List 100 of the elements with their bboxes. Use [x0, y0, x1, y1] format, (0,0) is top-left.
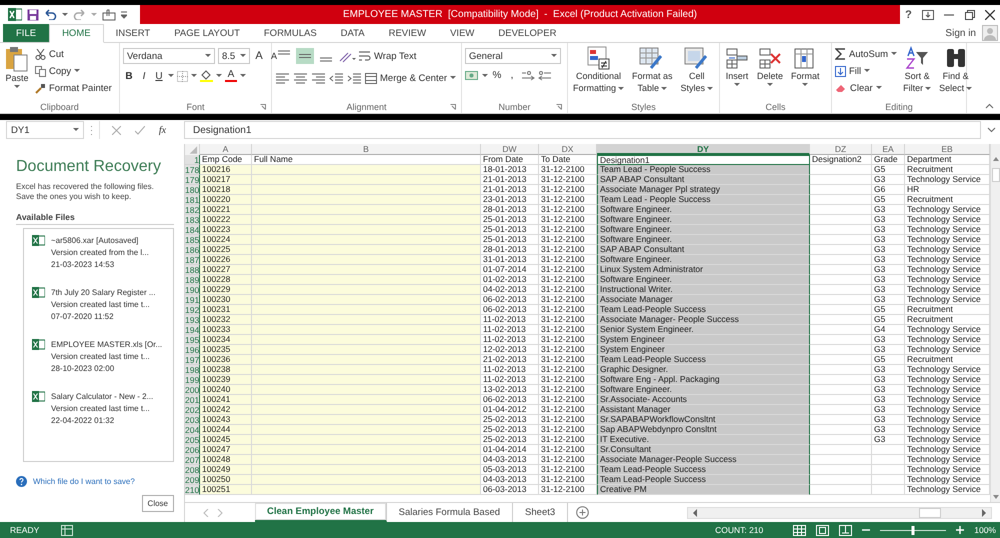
add-sheet-icon[interactable] — [576, 506, 590, 520]
column-header[interactable]: B — [252, 144, 481, 155]
autosum-button[interactable]: AutoSum — [835, 46, 898, 62]
column-header[interactable]: DX — [539, 144, 597, 155]
sort-filter-button[interactable]: Sort & Filter — [901, 46, 934, 94]
row-header[interactable]: 185 — [185, 235, 200, 245]
ribbon-tab[interactable]: INSERT — [104, 24, 162, 42]
save-icon[interactable] — [27, 8, 39, 20]
currency-icon[interactable] — [465, 70, 479, 81]
row-header[interactable]: 195 — [185, 335, 200, 345]
percent-button[interactable]: % — [491, 70, 503, 81]
row-header[interactable]: 209 — [185, 475, 200, 485]
increase-decimal-icon[interactable] — [521, 70, 535, 81]
font-name-field[interactable]: Verdana — [123, 48, 215, 64]
format-as-table-button[interactable]: Format as Table — [630, 46, 675, 94]
increase-indent-icon[interactable] — [347, 72, 362, 84]
font-style-button[interactable]: B — [123, 70, 135, 82]
undo-icon[interactable] — [44, 9, 57, 20]
row-header[interactable]: 198 — [185, 365, 200, 375]
wrap-text-button[interactable]: Wrap Text — [359, 48, 416, 64]
row-header[interactable]: 208 — [185, 465, 200, 475]
caret-icon[interactable] — [62, 12, 68, 16]
expand-icon[interactable] — [987, 127, 996, 133]
ribbon-tab[interactable]: FORMULAS — [252, 24, 329, 42]
scrollbar-thumb[interactable] — [919, 508, 941, 518]
dialog-launcher-icon[interactable] — [450, 104, 456, 110]
ribbon-display-icon[interactable] — [922, 10, 934, 20]
file-list-item[interactable]: 7th July 20 Salary Register ... Version created last time t... 07-07-2020 11:52 — [32, 287, 173, 323]
ribbon-tab[interactable]: DEVELOPER — [486, 24, 568, 42]
paste-button[interactable]: Paste — [3, 46, 31, 89]
format-button[interactable]: Format — [789, 46, 822, 87]
column-header[interactable]: EA — [872, 144, 905, 155]
help-link[interactable]: Which file do I want to save? — [33, 477, 135, 486]
number-format-field[interactable]: General — [465, 48, 561, 64]
sign-in-link[interactable]: Sign in — [945, 28, 976, 38]
ribbon-tab[interactable]: PAGE LAYOUT — [162, 24, 252, 42]
borders-icon[interactable] — [177, 70, 188, 82]
scroll-up-icon[interactable] — [992, 156, 1000, 162]
column-header[interactable]: EB — [905, 144, 990, 155]
insert-function-button[interactable]: fx — [158, 124, 166, 136]
row-header[interactable]: 181 — [185, 195, 200, 205]
decrease-decimal-icon[interactable] — [538, 70, 552, 81]
column-header[interactable]: DY — [597, 144, 810, 155]
cut-button[interactable]: Cut — [35, 46, 112, 62]
vertical-scrollbar[interactable] — [990, 144, 1000, 502]
row-header[interactable]: 207 — [185, 455, 200, 465]
row-header[interactable]: 182 — [185, 205, 200, 215]
help-button[interactable]: ? — [905, 8, 912, 20]
row-header[interactable]: 204 — [185, 425, 200, 435]
row-header[interactable]: 187 — [185, 255, 200, 265]
scroll-left-icon[interactable] — [692, 508, 698, 517]
restore-icon[interactable] — [964, 10, 975, 20]
row-header[interactable]: 192 — [185, 305, 200, 315]
ribbon-tab[interactable]: DATA — [328, 24, 377, 42]
insert-button[interactable]: Insert — [723, 46, 751, 87]
row-header[interactable]: 191 — [185, 295, 200, 305]
column-header[interactable]: A — [200, 144, 252, 155]
row-header[interactable]: 202 — [185, 405, 200, 415]
sheet-tab[interactable]: Clean Employee Master — [255, 503, 387, 522]
fill-button[interactable]: Fill — [835, 63, 898, 79]
font-style-button[interactable]: I — [138, 70, 150, 82]
copy-button[interactable]: Copy — [35, 63, 112, 79]
close-button[interactable]: Close — [142, 495, 174, 512]
touch-mode-icon[interactable] — [102, 8, 116, 20]
slider-thumb[interactable] — [912, 526, 915, 534]
formula-field[interactable]: Designation1 — [184, 121, 981, 139]
row-header[interactable]: 193 — [185, 315, 200, 325]
align-left-icon[interactable] — [275, 72, 290, 84]
font-size-field[interactable]: 8.5 — [218, 48, 250, 64]
collapse-ribbon-icon[interactable] — [985, 103, 994, 109]
middle-align-icon[interactable] — [296, 48, 314, 64]
find-select-button[interactable]: Find & Select — [937, 46, 974, 94]
row-header[interactable]: 179 — [185, 175, 200, 185]
row-header[interactable]: 189 — [185, 275, 200, 285]
zoom-level[interactable]: 100% — [974, 525, 996, 535]
row-header[interactable]: 210 — [185, 485, 200, 495]
row-header[interactable]: 178 — [185, 165, 200, 175]
row-header[interactable]: 197 — [185, 355, 200, 365]
zoom-in-icon[interactable] — [956, 526, 964, 534]
align-center-icon[interactable] — [293, 72, 308, 84]
ribbon-tab[interactable]: REVIEW — [376, 24, 438, 42]
page-break-icon[interactable] — [839, 524, 852, 536]
row-header[interactable]: 206 — [185, 445, 200, 455]
file-list-item[interactable]: ~ar5806.xar [Autosaved] Version created from the l... 21-03-2023 14:53 — [32, 235, 173, 271]
column-header[interactable]: DW — [481, 144, 539, 155]
page-layout-icon[interactable] — [816, 524, 830, 536]
row-header[interactable]: 180 — [185, 185, 200, 195]
dialog-launcher-icon[interactable] — [556, 104, 562, 110]
macro-record-icon[interactable] — [61, 524, 74, 536]
comma-button[interactable]: , — [506, 70, 518, 81]
orientation-icon[interactable] — [338, 50, 356, 62]
conditional-formatting-button[interactable]: Conditional Formatting — [571, 46, 626, 94]
row-header[interactable]: 188 — [185, 265, 200, 275]
cell-styles-button[interactable]: Cell Styles — [678, 46, 716, 94]
normal-view-icon[interactable] — [793, 524, 806, 536]
row-header[interactable]: 205 — [185, 435, 200, 445]
grow-font-button[interactable]: A — [253, 50, 265, 62]
scroll-right-icon[interactable] — [981, 508, 987, 517]
row-header[interactable]: 183 — [185, 215, 200, 225]
merge-center-button[interactable]: Merge & Center — [365, 70, 456, 86]
